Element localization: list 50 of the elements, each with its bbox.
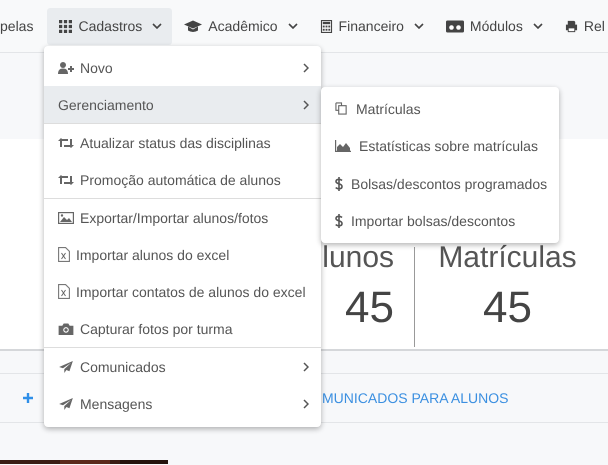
card-value: 45	[345, 283, 394, 333]
user-plus-icon	[58, 62, 74, 74]
plus-icon	[23, 393, 33, 403]
submenu-item[interactable]: Bolsas/descontos programados	[321, 165, 559, 202]
menu-item[interactable]: Gerenciamento	[44, 86, 321, 123]
retweet-icon	[58, 136, 74, 148]
excel-file-icon	[58, 247, 70, 262]
menu-item[interactable]: Importar contatos de alunos do excel	[44, 273, 321, 310]
printer-icon	[564, 20, 578, 32]
nav-tab[interactable]: pelas	[0, 8, 48, 44]
menu-item[interactable]: Capturar fotos por turma	[44, 310, 321, 347]
card-title: Matrículas	[438, 243, 577, 273]
excel-file-icon	[58, 284, 70, 299]
chevron-right-icon	[303, 62, 309, 72]
dollar-icon	[335, 214, 343, 228]
menu-item[interactable]: Comunicados	[44, 347, 321, 385]
retweet-icon	[58, 174, 74, 186]
graduation-cap-icon	[184, 20, 202, 32]
area-chart-icon	[335, 140, 351, 152]
card-value: 45	[483, 283, 532, 333]
menu-item[interactable]: Exportar/Importar alunos/fotos	[44, 198, 321, 236]
chevron-right-icon	[303, 100, 309, 110]
nav-tab[interactable]: Cadastros	[47, 8, 172, 44]
paper-plane-icon	[58, 398, 74, 410]
menu-item[interactable]: Mensagens	[44, 385, 321, 422]
grid-icon	[59, 20, 72, 32]
chevron-right-icon	[303, 362, 309, 372]
chevron-down-icon	[288, 23, 298, 29]
submenu-item[interactable]: Importar bolsas/descontos	[321, 202, 559, 240]
menu-item[interactable]: Novo	[44, 49, 321, 86]
paper-plane-icon	[58, 360, 74, 372]
cassette-icon	[446, 20, 464, 32]
copy-icon	[335, 102, 348, 116]
menu-item[interactable]: Promoção automática de alunos	[44, 161, 321, 198]
image-icon	[58, 212, 74, 224]
nav-tab[interactable]: Módulos	[434, 8, 553, 44]
nav-tab[interactable]: Financeiro	[308, 8, 434, 44]
submenu-item[interactable]: Matrículas	[321, 90, 559, 128]
chevron-down-icon	[414, 23, 424, 29]
chevron-down-icon	[532, 23, 543, 29]
menu-item[interactable]: Importar alunos do excel	[44, 236, 321, 273]
nav-tab[interactable]: Acadêmico	[172, 8, 308, 44]
submenu-item[interactable]: Estatísticas sobre matrículas	[321, 128, 559, 165]
card-title: lunos	[322, 243, 394, 273]
calculator-icon	[320, 20, 333, 32]
nav-tab[interactable]: Rel	[552, 8, 608, 44]
camera-icon	[58, 322, 74, 334]
chevron-right-icon	[303, 398, 309, 408]
chevron-down-icon	[152, 23, 162, 29]
dollar-icon	[335, 176, 343, 191]
